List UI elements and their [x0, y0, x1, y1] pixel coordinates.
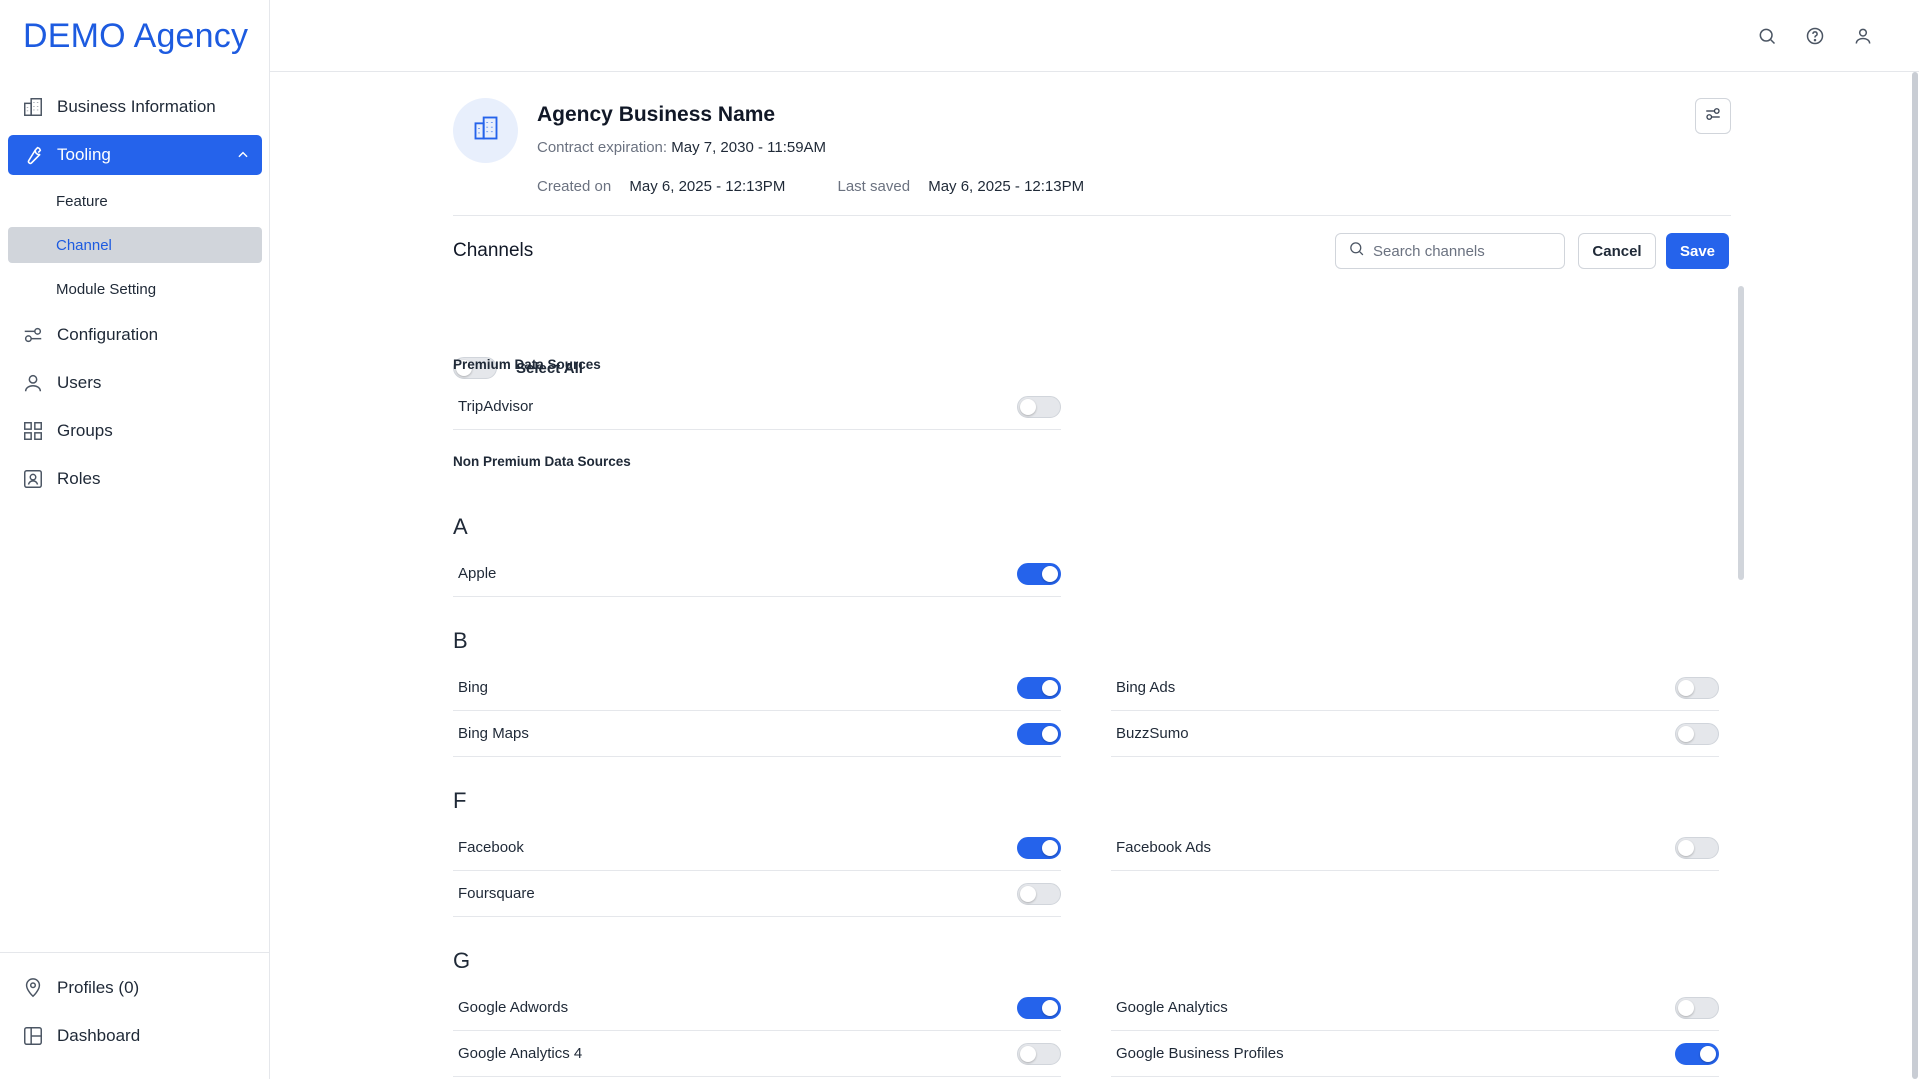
sidebar-sub-item-feature[interactable]: Feature: [8, 183, 262, 219]
channel-name: Facebook Ads: [1116, 839, 1212, 856]
channel-row-foursquare: Foursquare: [453, 871, 1061, 917]
id-card-icon: [21, 467, 45, 491]
channel-toggle[interactable]: [1675, 836, 1719, 859]
channel-name: Google Analytics: [1116, 999, 1228, 1016]
sidebar-item-label: Business Information: [57, 97, 216, 116]
user-icon[interactable]: [1851, 24, 1875, 48]
channel-row-google-business-profiles: Google Business Profiles: [1111, 1031, 1719, 1077]
top-bar-actions: [1755, 24, 1875, 48]
sidebar: DEMO Agency Business Information Tooling…: [0, 0, 270, 1079]
channel-toggle[interactable]: [1017, 836, 1061, 859]
channel-row-bing: Bing: [453, 665, 1061, 711]
channel-toggle[interactable]: [1675, 1042, 1719, 1065]
channel-name: TripAdvisor: [458, 398, 534, 415]
channel-row-apple: Apple: [453, 551, 1061, 597]
sidebar-item-label: Tooling: [57, 145, 111, 164]
sidebar-sub-item-module-setting[interactable]: Module Setting: [8, 271, 262, 307]
channel-name: Foursquare: [458, 885, 535, 902]
channel-name: Google Analytics 4: [458, 1045, 583, 1062]
letter-heading: B: [453, 628, 468, 653]
sidebar-item-label: Groups: [57, 421, 113, 440]
building-icon: [21, 95, 45, 119]
page-scrollbar[interactable]: [1911, 72, 1919, 1079]
channel-name: Facebook: [458, 839, 524, 856]
top-bar: [270, 0, 1919, 72]
letter-heading: A: [453, 514, 468, 539]
channel-sections: Premium Data Sources TripAdvisor Non Pre…: [453, 72, 1731, 1079]
page-scrollbar-thumb[interactable]: [1912, 72, 1918, 1079]
channel-toggle[interactable]: [1675, 676, 1719, 699]
channel-row-google-analytics-4: Google Analytics 4: [453, 1031, 1061, 1077]
wrench-icon: [21, 143, 45, 167]
channel-name: Google Adwords: [458, 999, 569, 1016]
channels-scrollbar[interactable]: [1738, 286, 1744, 580]
channel-row-bing-ads: Bing Ads: [1111, 665, 1719, 711]
user-icon: [21, 371, 45, 395]
channel-toggle[interactable]: [1017, 882, 1061, 905]
premium-section-title: Premium Data Sources: [453, 357, 601, 372]
brand-title: DEMO Agency: [23, 17, 249, 55]
channel-name: Apple: [458, 565, 497, 582]
sidebar-item-groups[interactable]: Groups: [8, 411, 262, 451]
main-content: Agency Business Name Contract expiration…: [270, 72, 1919, 1079]
channel-row-google-adwords: Google Adwords: [453, 985, 1061, 1031]
channel-toggle[interactable]: [1017, 996, 1061, 1019]
sidebar-item-profiles[interactable]: Profiles (0): [8, 968, 261, 1008]
chevron-up-icon: [236, 147, 250, 167]
channel-row-facebook-ads: Facebook Ads: [1111, 825, 1719, 871]
channel-toggle[interactable]: [1675, 996, 1719, 1019]
channel-toggle[interactable]: [1017, 722, 1061, 745]
search-icon[interactable]: [1755, 24, 1779, 48]
channel-toggle[interactable]: [1017, 395, 1061, 418]
sidebar-item-tooling[interactable]: Tooling: [8, 135, 262, 175]
channel-row-facebook: Facebook: [453, 825, 1061, 871]
channel-toggle[interactable]: [1017, 562, 1061, 585]
channel-name: Bing: [458, 679, 489, 696]
sidebar-item-label: Profiles (0): [57, 978, 140, 997]
sidebar-bottom-nav: Profiles (0) Dashboard: [0, 952, 269, 1064]
location-pin-icon: [21, 976, 45, 1000]
sidebar-item-label: Dashboard: [57, 1026, 141, 1045]
letter-heading: G: [453, 948, 471, 973]
channel-name: Bing Maps: [458, 725, 529, 742]
letter-heading: F: [453, 788, 467, 813]
dashboard-icon: [21, 1024, 45, 1048]
channel-toggle[interactable]: [1017, 676, 1061, 699]
sidebar-item-business-information[interactable]: Business Information: [8, 87, 262, 127]
non-premium-section-title: Non Premium Data Sources: [453, 454, 631, 469]
sidebar-item-dashboard[interactable]: Dashboard: [8, 1016, 261, 1056]
sidebar-item-configuration[interactable]: Configuration: [8, 315, 262, 355]
channel-row-google-analytics: Google Analytics: [1111, 985, 1719, 1031]
sidebar-item-label: Roles: [57, 469, 101, 488]
sidebar-item-roles[interactable]: Roles: [8, 459, 262, 499]
channel-toggle[interactable]: [1017, 1042, 1061, 1065]
sidebar-item-label: Users: [57, 373, 102, 392]
sidebar-item-users[interactable]: Users: [8, 363, 262, 403]
channel-name: Bing Ads: [1116, 679, 1176, 696]
help-icon[interactable]: [1803, 24, 1827, 48]
sliders-icon: [21, 323, 45, 347]
channel-row-tripadvisor: TripAdvisor: [453, 384, 1061, 430]
sidebar-sub-item-channel[interactable]: Channel: [8, 227, 262, 263]
channel-row-bing-maps: Bing Maps: [453, 711, 1061, 757]
sidebar-item-label: Configuration: [57, 325, 159, 344]
channel-name: Google Business Profiles: [1116, 1045, 1284, 1062]
sidebar-nav: Business Information Tooling Feature Cha…: [8, 87, 262, 507]
channel-toggle[interactable]: [1675, 722, 1719, 745]
channel-name: BuzzSumo: [1116, 725, 1189, 742]
grid-icon: [21, 419, 45, 443]
channel-row-buzzsumo: BuzzSumo: [1111, 711, 1719, 757]
